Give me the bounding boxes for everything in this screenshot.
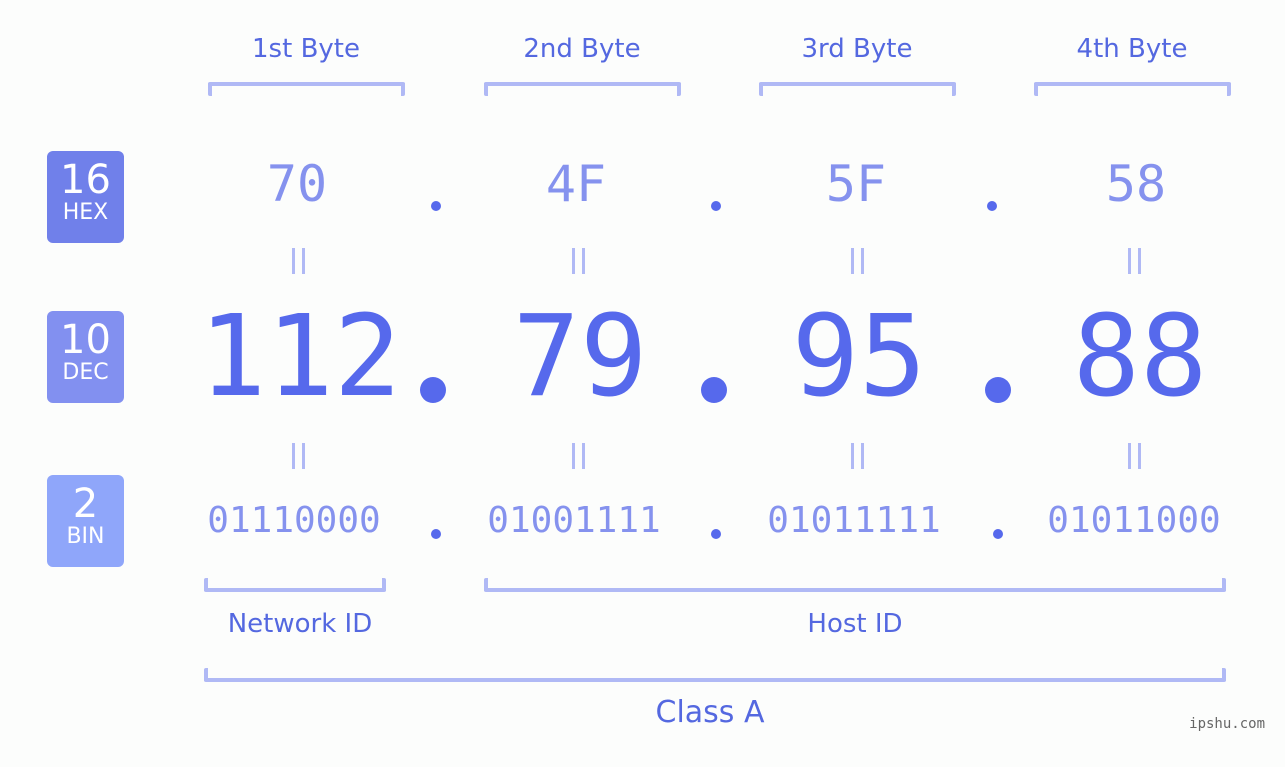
equals-icon [572, 248, 586, 274]
dec-badge-label: DEC [62, 360, 109, 385]
byte-header-4: 4th Byte [1076, 34, 1188, 64]
byte-header-2: 2nd Byte [523, 34, 641, 64]
equals-icon [292, 248, 306, 274]
dec-byte-1: 112 [198, 292, 402, 422]
dec-byte-2: 79 [512, 292, 648, 422]
hex-byte-3: 5F [825, 155, 887, 213]
equals-icon [851, 248, 865, 274]
host-id-label: Host ID [807, 609, 903, 639]
host-id-bracket [484, 578, 1226, 592]
hex-byte-4: 58 [1105, 155, 1167, 213]
hex-badge: 16 HEX [47, 151, 124, 243]
hex-byte-2: 4F [545, 155, 607, 213]
network-id-bracket [204, 578, 386, 592]
hex-dot-2 [711, 201, 721, 211]
equals-icon [1128, 443, 1142, 469]
hex-dot-1 [431, 201, 441, 211]
dec-byte-3: 95 [791, 292, 927, 422]
bin-dot-2 [711, 529, 721, 539]
byte-header-1: 1st Byte [252, 34, 360, 64]
byte-bracket-4 [1034, 82, 1231, 96]
dec-badge: 10 DEC [47, 311, 124, 403]
equals-icon [292, 443, 306, 469]
dec-dot-3 [985, 377, 1011, 403]
hex-badge-number: 16 [60, 157, 111, 203]
bin-byte-2: 01001111 [487, 500, 661, 541]
equals-icon [851, 443, 865, 469]
dec-dot-1 [420, 377, 446, 403]
watermark: ipshu.com [1189, 716, 1265, 732]
equals-icon [572, 443, 586, 469]
network-id-label: Network ID [227, 609, 373, 639]
byte-header-3: 3rd Byte [801, 34, 913, 64]
class-bracket [204, 668, 1226, 682]
bin-byte-3: 01011111 [767, 500, 941, 541]
dec-byte-4: 88 [1072, 292, 1208, 422]
dec-badge-number: 10 [60, 317, 111, 363]
class-label: Class A [655, 695, 765, 730]
bin-badge-number: 2 [72, 481, 99, 527]
bin-dot-1 [431, 529, 441, 539]
bin-dot-3 [993, 529, 1003, 539]
hex-badge-label: HEX [62, 200, 109, 225]
byte-bracket-2 [484, 82, 681, 96]
hex-byte-1: 70 [266, 155, 328, 213]
dec-dot-2 [701, 377, 727, 403]
byte-bracket-1 [208, 82, 405, 96]
bin-badge: 2 BIN [47, 475, 124, 567]
equals-icon [1128, 248, 1142, 274]
byte-bracket-3 [759, 82, 956, 96]
bin-byte-1: 01110000 [207, 500, 381, 541]
hex-dot-3 [987, 201, 997, 211]
bin-badge-label: BIN [66, 524, 105, 549]
bin-byte-4: 01011000 [1047, 500, 1221, 541]
